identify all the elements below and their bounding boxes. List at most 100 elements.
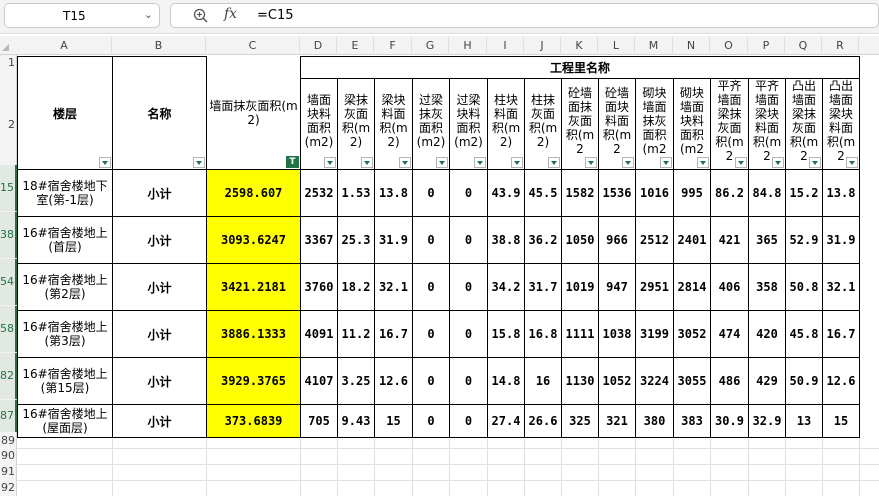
header-k[interactable]: 砼墙面抹灰面积(m2: [561, 78, 599, 170]
filter-dropdown-icon[interactable]: [361, 157, 373, 168]
header-h[interactable]: 过梁块料面积(m2): [449, 78, 488, 170]
header-o[interactable]: 平齐墙面梁抹灰面积(m2: [710, 78, 749, 170]
cell-value[interactable]: 13.8: [822, 169, 860, 217]
cell-value[interactable]: 31.7: [524, 263, 562, 311]
cell-floor[interactable]: 16#宿舍楼地上(第15层): [17, 357, 113, 405]
column-header-k[interactable]: K: [561, 36, 598, 55]
header-c[interactable]: 墙面抹灰面积(m2) T: [206, 56, 301, 170]
filter-dropdown-icon[interactable]: [809, 157, 821, 168]
row-header[interactable]: 1: [0, 56, 17, 70]
cell-value[interactable]: 2814: [673, 263, 711, 311]
row-header[interactable]: 90: [0, 448, 17, 464]
row-header[interactable]: 91: [0, 464, 17, 480]
cell-wall-plaster-area[interactable]: 3886.1333: [206, 310, 301, 358]
header-d[interactable]: 墙面块料面积(m2): [300, 78, 338, 170]
cell-value[interactable]: 3199: [635, 310, 674, 358]
cell-name[interactable]: 小计: [112, 357, 207, 405]
column-header-i[interactable]: I: [487, 36, 524, 55]
cell-value[interactable]: 0: [412, 263, 450, 311]
cell-name[interactable]: 小计: [112, 310, 207, 358]
filter-dropdown-icon[interactable]: [511, 157, 523, 168]
cell-value[interactable]: 16.7: [822, 310, 860, 358]
cell-value[interactable]: 31.9: [374, 216, 413, 264]
column-header-c[interactable]: C: [206, 36, 300, 55]
chevron-down-icon[interactable]: ⌄: [144, 8, 153, 21]
cell-value[interactable]: 1.53: [337, 169, 375, 217]
cell-value[interactable]: 15.8: [487, 310, 525, 358]
filter-dropdown-icon[interactable]: [772, 157, 784, 168]
formula-input[interactable]: fx =C15: [170, 3, 879, 28]
cell-value[interactable]: 383: [673, 404, 711, 438]
cell-value[interactable]: 86.2: [710, 169, 749, 217]
row-header[interactable]: 15: [0, 165, 17, 211]
cell-value[interactable]: 15.2: [785, 169, 823, 217]
row-header[interactable]: 82: [0, 353, 17, 399]
cell-value[interactable]: 16.7: [374, 310, 413, 358]
cell-value[interactable]: 32.9: [748, 404, 786, 438]
cell-value[interactable]: 45.5: [524, 169, 562, 217]
filter-dropdown-icon[interactable]: [193, 157, 205, 168]
filter-dropdown-icon[interactable]: [548, 157, 560, 168]
filter-dropdown-icon[interactable]: [622, 157, 634, 168]
filter-dropdown-icon[interactable]: [99, 157, 111, 168]
cell-wall-plaster-area[interactable]: 3093.6247: [206, 216, 301, 264]
column-header-r[interactable]: R: [822, 36, 859, 55]
column-header-n[interactable]: N: [673, 36, 710, 55]
cell-value[interactable]: 3367: [300, 216, 338, 264]
header-m[interactable]: 砌块墙面抹灰面积(m2: [635, 78, 674, 170]
cell-value[interactable]: 0: [412, 310, 450, 358]
cell-value[interactable]: 50.9: [785, 357, 823, 405]
row-header[interactable]: 54: [0, 259, 17, 305]
cell-value[interactable]: 321: [598, 404, 636, 438]
cell-value[interactable]: 995: [673, 169, 711, 217]
header-f[interactable]: 梁块料面积(m2): [374, 78, 413, 170]
cell-value[interactable]: 27.4: [487, 404, 525, 438]
cell-value[interactable]: 14.8: [487, 357, 525, 405]
cell-value[interactable]: 420: [748, 310, 786, 358]
cell-value[interactable]: 30.9: [710, 404, 749, 438]
cell-value[interactable]: 3760: [300, 263, 338, 311]
filter-dropdown-icon[interactable]: [436, 157, 448, 168]
cell-value[interactable]: 11.2: [337, 310, 375, 358]
cell-value[interactable]: 0: [449, 216, 488, 264]
cell-value[interactable]: 474: [710, 310, 749, 358]
cell-name[interactable]: 小计: [112, 216, 207, 264]
cell-value[interactable]: 50.8: [785, 263, 823, 311]
column-header-p[interactable]: P: [748, 36, 785, 55]
column-header-q[interactable]: Q: [785, 36, 822, 55]
cell-value[interactable]: 421: [710, 216, 749, 264]
cell-value[interactable]: 947: [598, 263, 636, 311]
row-header[interactable]: 92: [0, 480, 17, 496]
column-header-f[interactable]: F: [374, 36, 412, 55]
cell-value[interactable]: 705: [300, 404, 338, 438]
column-header-o[interactable]: O: [710, 36, 748, 55]
cell-value[interactable]: 406: [710, 263, 749, 311]
cell-value[interactable]: 0: [449, 263, 488, 311]
column-header-l[interactable]: L: [598, 36, 635, 55]
cell-value[interactable]: 32.1: [374, 263, 413, 311]
cell-wall-plaster-area[interactable]: 373.6839: [206, 404, 301, 438]
cell-value[interactable]: 2512: [635, 216, 674, 264]
cell-value[interactable]: 0: [449, 310, 488, 358]
row-header[interactable]: 87: [0, 400, 17, 432]
column-header-a[interactable]: A: [17, 36, 112, 55]
cell-floor[interactable]: 18#宿舍楼地下室(第-1层): [17, 169, 113, 217]
header-e[interactable]: 梁抹灰面积(m2): [337, 78, 375, 170]
cell-name[interactable]: 小计: [112, 404, 207, 438]
cell-value[interactable]: 26.6: [524, 404, 562, 438]
header-j[interactable]: 柱抹灰面积(m2): [524, 78, 562, 170]
row-header[interactable]: 2: [0, 70, 17, 179]
cell-value[interactable]: 38.8: [487, 216, 525, 264]
header-q[interactable]: 凸出墙面梁抹灰面积(m2: [785, 78, 823, 170]
cell-value[interactable]: 1019: [561, 263, 599, 311]
cell-value[interactable]: 0: [449, 169, 488, 217]
header-g[interactable]: 过梁抹灰面积(m2): [412, 78, 450, 170]
cell-floor[interactable]: 16#宿舍楼地上(第3层): [17, 310, 113, 358]
cell-value[interactable]: 2532: [300, 169, 338, 217]
cell-value[interactable]: 12.6: [822, 357, 860, 405]
column-header-d[interactable]: D: [300, 36, 337, 55]
cell-value[interactable]: 1016: [635, 169, 674, 217]
row-header[interactable]: 38: [0, 212, 17, 258]
cell-value[interactable]: 4091: [300, 310, 338, 358]
cell-floor[interactable]: 16#宿舍楼地上(屋面层): [17, 404, 113, 438]
